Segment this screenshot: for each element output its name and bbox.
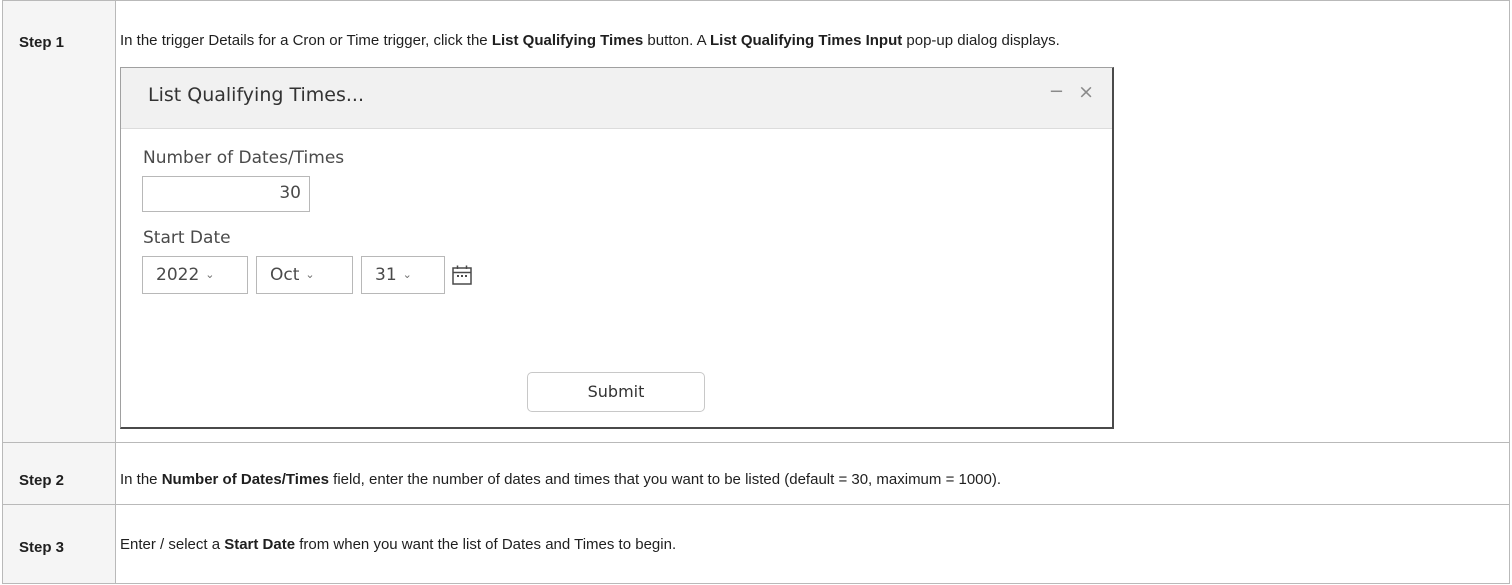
step-instruction: Enter / select a Start Date from when yo… <box>120 505 1509 555</box>
day-value: 31 <box>375 265 397 285</box>
step-label: Step 3 <box>2 504 116 584</box>
list-qualifying-times-dialog: List Qualifying Times... − × Number of D… <box>120 67 1114 429</box>
start-date-label: Start Date <box>143 228 231 248</box>
step-label: Step 2 <box>2 442 116 505</box>
step-label: Step 1 <box>2 0 116 443</box>
calendar-icon[interactable] <box>451 264 473 286</box>
chevron-down-icon: ⌄ <box>402 268 412 281</box>
year-select[interactable]: 2022 ⌄ <box>142 256 248 294</box>
month-select[interactable]: Oct ⌄ <box>256 256 353 294</box>
instruction-text: pop-up dialog displays. <box>902 32 1060 49</box>
step-row: Step 1 In the trigger Details for a Cron… <box>2 0 1510 443</box>
instruction-bold: List Qualifying Times <box>491 32 644 49</box>
step-content: In the Number of Dates/Times field, ente… <box>115 442 1510 505</box>
instruction-bold: Start Date <box>224 536 296 553</box>
step-content: Enter / select a Start Date from when yo… <box>115 504 1510 584</box>
instruction-text: field, enter the number of dates and tim… <box>328 471 1002 488</box>
dialog-header: List Qualifying Times... − × <box>121 68 1112 129</box>
instruction-text: In the <box>120 471 162 488</box>
step-row: Step 2 In the Number of Dates/Times fiel… <box>2 442 1510 505</box>
instruction-text: In the trigger Details for a Cron or Tim… <box>120 32 492 49</box>
instruction-text: from when you want the list of Dates and… <box>295 536 677 553</box>
chevron-down-icon: ⌄ <box>205 268 215 281</box>
day-select[interactable]: 31 ⌄ <box>361 256 445 294</box>
month-value: Oct <box>270 265 300 285</box>
instruction-text: button. A <box>643 32 710 49</box>
instruction-bold: Number of Dates/Times <box>161 471 329 488</box>
minimize-icon[interactable]: − <box>1049 82 1064 102</box>
instruction-text: Enter / select a <box>120 536 225 553</box>
step-instruction: In the Number of Dates/Times field, ente… <box>120 443 1509 490</box>
submit-button[interactable]: Submit <box>527 372 705 412</box>
step-instruction: In the trigger Details for a Cron or Tim… <box>120 1 1509 51</box>
steps-table: Step 1 In the trigger Details for a Cron… <box>2 0 1510 584</box>
dialog-title: List Qualifying Times... <box>148 84 364 106</box>
instruction-bold: List Qualifying Times Input <box>709 32 903 49</box>
close-icon[interactable]: × <box>1078 82 1094 102</box>
step-row: Step 3 Enter / select a Start Date from … <box>2 504 1510 584</box>
chevron-down-icon: ⌄ <box>305 268 315 281</box>
year-value: 2022 <box>156 265 200 285</box>
number-of-dates-label: Number of Dates/Times <box>143 148 345 168</box>
number-of-dates-input[interactable]: 30 <box>142 176 310 212</box>
step-content: In the trigger Details for a Cron or Tim… <box>115 0 1510 443</box>
